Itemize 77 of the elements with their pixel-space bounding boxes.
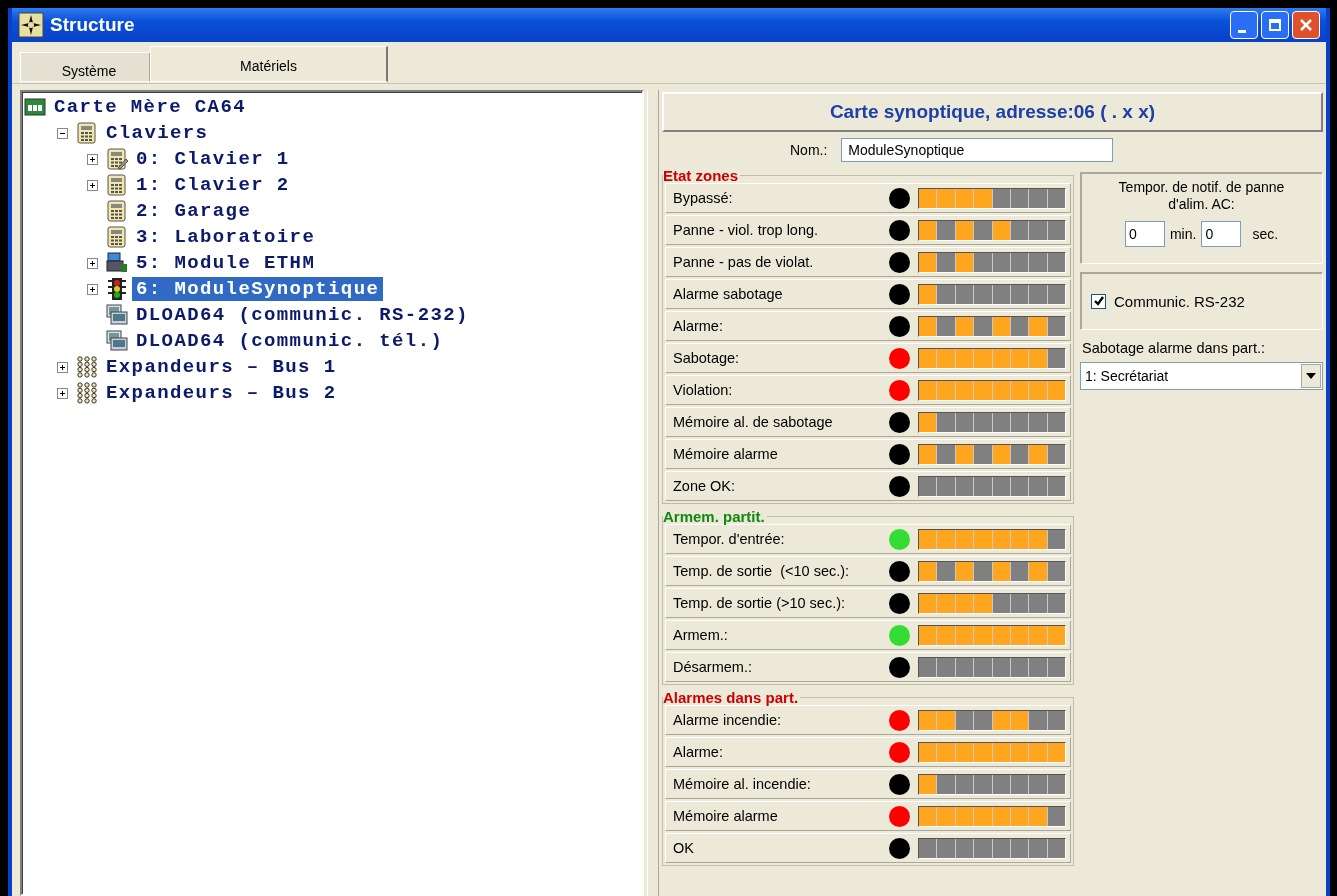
tab[interactable]: Matériels	[150, 46, 388, 82]
status-label: Panne - viol. trop long.	[673, 222, 820, 238]
tree-item[interactable]: 1: Clavier 2	[132, 173, 294, 197]
expand-toggle[interactable]	[87, 283, 98, 295]
expand-toggle[interactable]	[57, 387, 68, 399]
expand-toggle[interactable]	[57, 361, 68, 373]
keypad-icon	[106, 226, 128, 248]
status-label: Alarme incendie:	[673, 712, 782, 728]
tree-item[interactable]: Claviers	[102, 121, 213, 145]
group-title: Armem. partit.	[663, 509, 766, 524]
status-label: Bypassé:	[673, 190, 734, 206]
keypad-icon	[76, 122, 98, 144]
window-title: Structure	[50, 14, 135, 36]
timer-label: Tempor. de notif. de panne d'alim. AC:	[1117, 179, 1286, 213]
keypad-pencil-icon	[106, 148, 128, 170]
seconds-unit: sec.	[1252, 226, 1279, 242]
group-title: Alarmes dans part.	[663, 690, 800, 705]
status-label: OK	[673, 840, 695, 856]
computer-icon	[106, 330, 128, 352]
app-icon	[18, 12, 44, 38]
close-button[interactable]	[1292, 11, 1320, 39]
maximize-button[interactable]	[1261, 11, 1289, 39]
keypad-icon	[106, 174, 128, 196]
status-label: Mémoire alarme	[673, 808, 779, 824]
status-label: Violation:	[673, 382, 734, 398]
status-label: Mémoire al. incendie:	[673, 776, 812, 792]
status-label: Zone OK:	[673, 478, 737, 494]
panel-title: Carte synoptique, adresse:06 ( . x x)	[662, 92, 1323, 132]
status-label: Alarme:	[673, 744, 724, 760]
status-label: Temp. de sortie (>10 sec.):	[673, 595, 847, 611]
tab[interactable]: Système	[20, 52, 150, 82]
expander-chain-icon	[76, 382, 98, 404]
computer-icon	[106, 304, 128, 326]
tree-item[interactable]: 2: Garage	[132, 199, 256, 223]
tree-item[interactable]: 3: Laboratoire	[132, 225, 320, 249]
status-label: Alarme sabotage	[673, 286, 784, 302]
expand-toggle[interactable]	[87, 179, 98, 191]
expand-toggle[interactable]	[87, 257, 98, 269]
maximize-icon	[1268, 18, 1282, 32]
tree-item[interactable]: Carte Mère CA64	[50, 95, 251, 119]
status-label: Mémoire alarme	[673, 446, 779, 462]
circuit-board-icon	[24, 97, 46, 117]
checkbox[interactable]	[1091, 293, 1106, 309]
minutes-unit: min.	[1169, 226, 1197, 242]
status-label: Sabotage:	[673, 350, 741, 366]
status-label: Temp. de sortie (<10 sec.):	[673, 563, 851, 579]
traffic-light-icon	[106, 277, 128, 301]
name-label: Nom.:	[790, 142, 828, 158]
checkbox-label: Communic. RS-232	[1114, 292, 1245, 310]
partition-label: Sabotage alarme dans part.:	[1081, 339, 1266, 358]
tree-item[interactable]: DLOAD64 (communic. tél.)	[132, 329, 448, 353]
partition-dropdown[interactable]: 1: Secrétariat	[1080, 362, 1323, 390]
minimize-icon	[1238, 29, 1246, 33]
collapse-toggle[interactable]	[57, 127, 68, 139]
expander-chain-icon	[76, 356, 98, 378]
network-module-icon	[106, 252, 128, 274]
expand-toggle[interactable]	[87, 153, 98, 165]
tree-item[interactable]: Expandeurs – Bus 2	[102, 381, 341, 405]
seconds-field[interactable]: 0	[1201, 221, 1242, 247]
status-label: Armem.:	[673, 627, 729, 643]
group-title: Etat zones	[663, 168, 739, 183]
check-icon	[1092, 295, 1105, 307]
minutes-field[interactable]: 0	[1124, 221, 1165, 247]
keypad-icon	[106, 200, 128, 222]
status-label: Désarmem.:	[673, 659, 753, 675]
name-field[interactable]: ModuleSynoptique	[841, 138, 1114, 162]
tree-item[interactable]: 5: Module ETHM	[132, 251, 320, 275]
tree-item[interactable]: DLOAD64 (communic. RS-232)	[132, 303, 473, 327]
status-label: Tempor. d'entrée:	[673, 531, 786, 547]
close-icon	[1299, 18, 1313, 32]
status-label: Mémoire al. de sabotage	[673, 414, 834, 430]
tree-item[interactable]: Expandeurs – Bus 1	[102, 355, 341, 379]
tree-item[interactable]: 6: ModuleSynoptique	[132, 277, 384, 301]
tree-item[interactable]: 0: Clavier 1	[132, 147, 294, 171]
status-label: Panne - pas de violat.	[673, 254, 815, 270]
status-label: Alarme:	[673, 318, 724, 334]
minimize-button[interactable]	[1230, 11, 1258, 39]
